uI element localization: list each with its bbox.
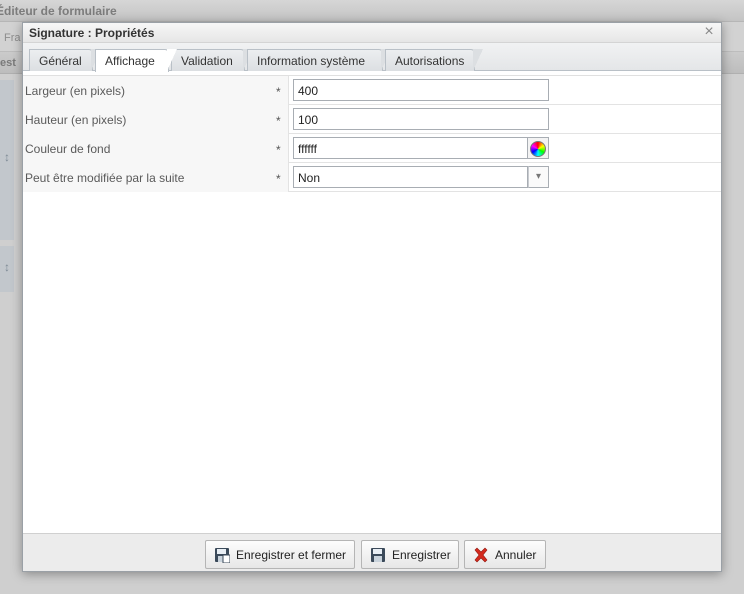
close-icon[interactable]: × — [701, 24, 717, 40]
field-value-cell: 400 — [289, 76, 721, 105]
field-label-cell: Peut être modifiée par la suite * — [23, 163, 289, 192]
drag-handle-icon: ↕ — [4, 150, 10, 164]
save-and-close-label: Enregistrer et fermer — [236, 548, 347, 562]
field-row-editable: Peut être modifiée par la suite * Non ▾ — [23, 163, 721, 192]
save-button[interactable]: Enregistrer — [361, 540, 459, 569]
field-row-height: Hauteur (en pixels) * 100 — [23, 105, 721, 134]
field-label-cell: Largeur (en pixels) * — [23, 76, 289, 105]
floppy-disk-icon — [371, 548, 385, 562]
tab-autorisations[interactable]: Autorisations — [385, 49, 483, 71]
field-label-height: Hauteur (en pixels) — [25, 113, 127, 127]
chevron-down-icon[interactable]: ▾ — [528, 166, 549, 188]
save-label: Enregistrer — [392, 548, 451, 562]
required-marker: * — [276, 114, 281, 128]
field-label-cell: Hauteur (en pixels) * — [23, 105, 289, 134]
field-value-cell: Non ▾ — [289, 163, 721, 192]
cancel-x-icon — [474, 547, 488, 563]
field-label-width: Largeur (en pixels) — [25, 84, 126, 98]
height-input[interactable]: 100 — [293, 108, 549, 130]
dialog-title: Signature : Propriétés — [29, 26, 155, 40]
background-title-text: Éditeur de formulaire — [0, 4, 117, 18]
background-color-input[interactable]: ffffff — [293, 137, 528, 159]
tab-information-systeme[interactable]: Information système — [247, 49, 391, 71]
properties-dialog: Signature : Propriétés × Général Afficha… — [22, 22, 722, 572]
field-row-background-color: Couleur de fond * ffffff — [23, 134, 721, 163]
drag-handle: ↕ — [0, 80, 14, 240]
field-value-cell: 100 — [289, 105, 721, 134]
color-wheel-icon — [530, 141, 546, 157]
background-toolbar-text: Fra — [4, 32, 21, 44]
save-and-close-button[interactable]: Enregistrer et fermer — [205, 540, 355, 569]
cancel-label: Annuler — [495, 548, 537, 562]
field-row-width: Largeur (en pixels) * 400 — [23, 76, 721, 105]
dialog-header: Signature : Propriétés × — [23, 23, 721, 43]
drag-handle: ↕ — [0, 246, 14, 292]
save-close-icon — [215, 548, 230, 563]
tab-affichage[interactable]: Affichage — [95, 49, 177, 72]
color-picker-button[interactable] — [528, 137, 549, 159]
field-label-background-color: Couleur de fond — [25, 142, 111, 156]
field-label-cell: Couleur de fond * — [23, 134, 289, 163]
drag-handle-icon: ↕ — [4, 260, 10, 274]
dialog-footer: Enregistrer et fermer Enregistrer Annule… — [23, 533, 721, 571]
field-label-editable: Peut être modifiée par la suite — [25, 171, 185, 185]
field-value-cell: ffffff — [289, 134, 721, 163]
background-title: Éditeur de formulaire — [0, 0, 744, 22]
required-marker: * — [276, 143, 281, 157]
editable-select[interactable]: Non — [293, 166, 528, 188]
width-input[interactable]: 400 — [293, 79, 549, 101]
tab-validation[interactable]: Validation — [171, 49, 253, 71]
properties-form: Largeur (en pixels) * 400 Hauteur (en pi… — [23, 75, 721, 192]
cancel-button[interactable]: Annuler — [464, 540, 546, 569]
background-header-text: est — [0, 57, 16, 69]
required-marker: * — [276, 85, 281, 99]
tab-bar: Général Affichage Validation Information… — [23, 43, 721, 72]
required-marker: * — [276, 172, 281, 186]
tab-general[interactable]: Général — [29, 49, 101, 71]
